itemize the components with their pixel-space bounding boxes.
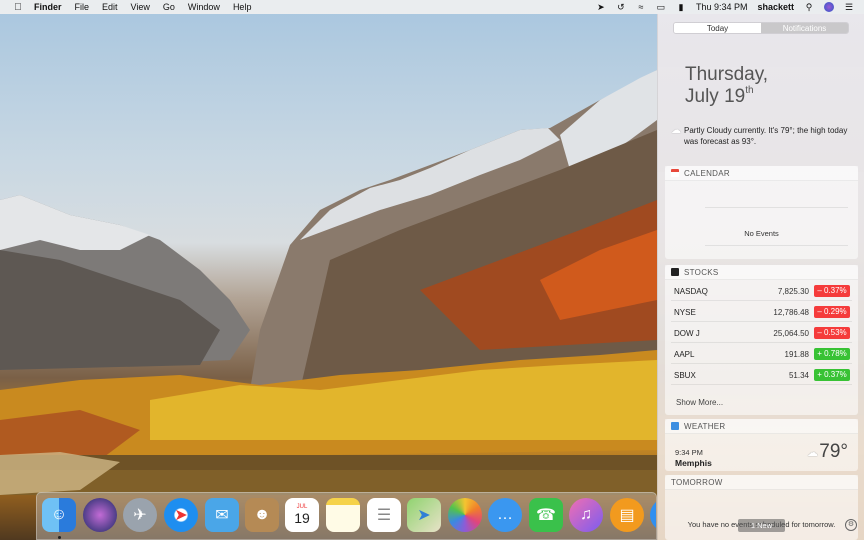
calendar-app-icon[interactable]: JUL 19: [285, 498, 319, 532]
weather-widget: WEATHER 9:34 PM Memphis ☁ 79°: [665, 419, 858, 471]
nc-tab-control: Today Notifications: [673, 22, 849, 34]
stock-row[interactable]: NYSE 12,786.48 – 0.29%: [671, 301, 852, 322]
tab-notifications[interactable]: Notifications: [761, 23, 848, 33]
ibooks-icon[interactable]: ▤: [610, 498, 644, 532]
menu-help[interactable]: Help: [233, 2, 252, 12]
new-widgets-button[interactable]: 1 New: [738, 519, 785, 532]
wifi-icon[interactable]: ≈: [636, 2, 646, 12]
time-machine-icon[interactable]: ↺: [616, 2, 626, 13]
stock-price: 51.34: [788, 371, 809, 380]
tab-today[interactable]: Today: [674, 23, 761, 33]
stock-price: 12,786.48: [773, 308, 809, 317]
menu-view[interactable]: View: [131, 2, 150, 12]
menu-file[interactable]: File: [75, 2, 90, 12]
menu-clock[interactable]: Thu 9:34 PM: [696, 2, 748, 12]
calendar-icon: [671, 169, 679, 177]
date-day: July 19th: [685, 85, 754, 108]
date-weekday: Thursday,: [685, 64, 769, 85]
itunes-icon[interactable]: ♫: [569, 498, 603, 532]
siri-icon[interactable]: [83, 498, 117, 532]
battery-icon[interactable]: ▮: [676, 2, 686, 13]
weather-summary-text: Partly Cloudy currently. It's 79°; the h…: [684, 126, 848, 146]
menu-go[interactable]: Go: [163, 2, 175, 12]
siri-icon[interactable]: [824, 2, 834, 12]
running-indicator: [58, 536, 61, 539]
stock-price: 7,825.30: [777, 287, 809, 296]
weather-icon: [671, 422, 679, 430]
date-suffix: th: [745, 85, 754, 96]
notification-center: Today Notifications Thursday, July 19th …: [657, 14, 864, 540]
menu-finder[interactable]: Finder: [34, 2, 62, 12]
app-store-icon[interactable]: A: [650, 498, 656, 532]
menu-window[interactable]: Window: [188, 2, 220, 12]
weather-time: 9:34 PM: [675, 448, 703, 457]
calendar-app-day: 19: [294, 510, 310, 526]
menu-bar:  Finder File Edit View Go Window Help ➤…: [0, 0, 864, 14]
stock-symbol: AAPL: [674, 350, 695, 359]
stock-change[interactable]: – 0.37%: [814, 285, 850, 297]
dock: ☺ ✈ ➤ ✉ ☻ JUL 19 ☰ ➤ … ☎ ♫ ▤ A: [36, 492, 657, 540]
stock-price: 191.88: [784, 350, 809, 359]
contacts-icon[interactable]: ☻: [245, 498, 279, 532]
stock-row[interactable]: AAPL 191.88 + 0.78%: [671, 343, 852, 364]
apple-icon[interactable]: : [12, 2, 24, 13]
calendar-title: CALENDAR: [684, 168, 730, 178]
facetime-icon[interactable]: ☎: [529, 498, 563, 532]
status-area: ➤ ↺ ≈ ▭ ▮ Thu 9:34 PM shackett ⚲ ☰: [586, 0, 854, 14]
airplay-icon[interactable]: ▭: [656, 2, 666, 13]
stock-change[interactable]: – 0.29%: [814, 306, 850, 318]
stock-change[interactable]: + 0.37%: [814, 369, 850, 381]
cloud-icon: ☁: [671, 125, 681, 136]
stock-row[interactable]: SBUX 51.34 + 0.37%: [671, 364, 852, 385]
calendar-empty: No Events: [744, 229, 779, 238]
weather-summary: ☁ Partly Cloudy currently. It's 79°; the…: [671, 125, 856, 147]
date-month-day: July 19: [685, 86, 746, 107]
stock-row[interactable]: DOW J 25,064.50 – 0.53%: [671, 322, 852, 343]
stocks-widget: STOCKS NASDAQ 7,825.30 – 0.37% NYSE 12,7…: [665, 265, 858, 415]
photos-icon[interactable]: [448, 498, 482, 532]
cloud-icon: ☁: [807, 447, 818, 459]
stock-symbol: NYSE: [674, 308, 696, 317]
stocks-title: STOCKS: [684, 267, 719, 277]
stock-price: 25,064.50: [773, 329, 809, 338]
reminders-icon[interactable]: ☰: [367, 498, 401, 532]
menu-edit[interactable]: Edit: [102, 2, 118, 12]
stock-symbol: DOW J: [674, 329, 700, 338]
stocks-header: STOCKS: [665, 265, 858, 280]
notes-icon[interactable]: [326, 498, 360, 532]
weather-city[interactable]: Memphis: [675, 458, 712, 468]
stocks-icon: [671, 268, 679, 276]
weather-title: WEATHER: [684, 421, 726, 431]
location-icon[interactable]: ➤: [596, 2, 606, 13]
stock-row[interactable]: NASDAQ 7,825.30 – 0.37%: [671, 280, 852, 301]
messages-icon[interactable]: …: [488, 498, 522, 532]
stock-symbol: SBUX: [674, 371, 696, 380]
divider: [705, 245, 848, 246]
calendar-header: CALENDAR: [665, 166, 858, 181]
stock-change[interactable]: – 0.53%: [814, 327, 850, 339]
search-icon[interactable]: ⚲: [804, 2, 814, 13]
launchpad-icon[interactable]: ✈: [123, 498, 157, 532]
finder-icon[interactable]: ☺: [42, 498, 76, 532]
tomorrow-title: TOMORROW: [671, 477, 723, 487]
calendar-body: No Events: [665, 181, 858, 259]
notification-center-icon[interactable]: ☰: [844, 2, 854, 13]
mail-icon[interactable]: ✉: [205, 498, 239, 532]
divider: [705, 207, 848, 208]
stock-change[interactable]: + 0.78%: [814, 348, 850, 360]
safari-icon[interactable]: ➤: [164, 498, 198, 532]
tomorrow-header: TOMORROW: [665, 475, 858, 490]
stock-symbol: NASDAQ: [674, 287, 708, 296]
maps-icon[interactable]: ➤: [407, 498, 441, 532]
gear-icon[interactable]: ⚙: [845, 519, 857, 531]
weather-temp: 79°: [819, 441, 848, 462]
weather-header: WEATHER: [665, 419, 858, 434]
calendar-widget: CALENDAR No Events: [665, 166, 858, 259]
show-more-link[interactable]: Show More...: [676, 398, 723, 407]
menu-user[interactable]: shackett: [757, 2, 794, 12]
